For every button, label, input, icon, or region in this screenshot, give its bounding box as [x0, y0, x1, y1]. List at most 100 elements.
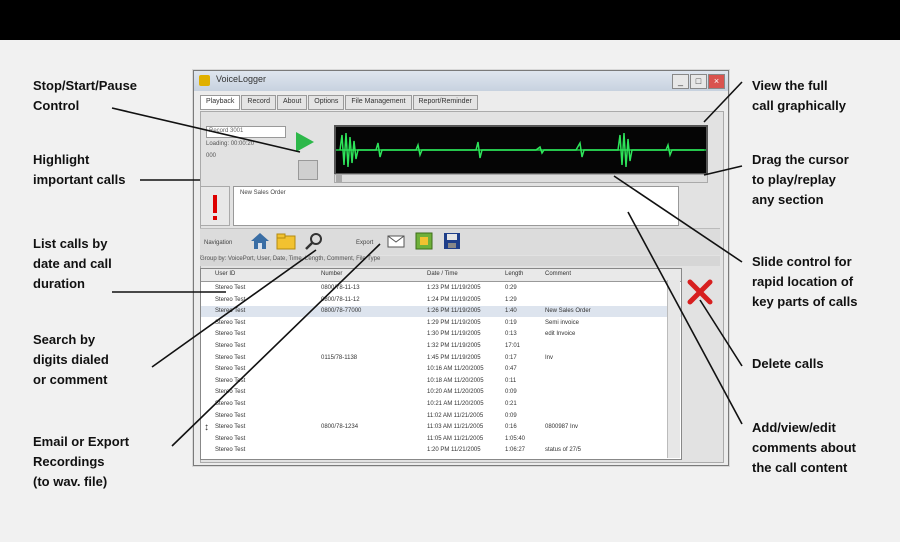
cell-length: 1:40 [505, 308, 517, 315]
table-row[interactable]: Stereo Test 0800/78-1234 11:03 AM 11/21/20… [201, 422, 681, 433]
cell-date-time: 11:02 AM 11/21/2005 [427, 412, 484, 419]
tab-record[interactable]: Record [241, 95, 276, 110]
tab-options[interactable]: Options [308, 95, 345, 110]
comment-box[interactable]: New Sales Order [233, 186, 679, 226]
cell-length: 0:09 [505, 412, 517, 419]
table-header: User ID Number Date / Time Length Commen… [201, 269, 681, 282]
table-row[interactable]: Stereo Test 1:32 PM 11/19/2005 17:01 [201, 341, 681, 352]
table-row[interactable]: Stereo Test 0800/78-11-12 1:24 PM 11/19/20… [201, 295, 681, 306]
callout-slide: Slide control for rapid location of key … [752, 254, 858, 309]
cell-length: 1:29 [505, 296, 517, 303]
cell-user-id: Stereo Test [215, 319, 246, 326]
cell-user-id: Stereo Test [215, 424, 246, 431]
cell-number: 0800/78-1234 [321, 424, 359, 431]
cell-user-id: Stereo Test [215, 331, 246, 338]
cell-user-id: Stereo Test [215, 377, 246, 384]
play-icon[interactable] [296, 132, 314, 152]
table-row[interactable]: Stereo Test 0800/78-11-13 1:23 PM 11/19/20… [201, 283, 681, 294]
home-icon[interactable] [250, 231, 270, 251]
window-title: VoiceLogger [216, 74, 267, 84]
email-icon[interactable] [386, 231, 406, 251]
cell-date-time: 1:26 PM 11/19/2005 [427, 308, 481, 315]
save-icon[interactable] [442, 231, 462, 251]
cell-length: 0:19 [505, 319, 517, 326]
table-row[interactable]: Stereo Test 1:29 PM 11/19/2005 0:19 Semi in… [201, 318, 681, 329]
minimize-button[interactable]: _ [672, 74, 689, 89]
table-row[interactable]: Stereo Test 0800/78-77000 1:26 PM 11/19/20… [201, 306, 681, 318]
tab-file-management[interactable]: File Management [345, 95, 412, 110]
header-comment[interactable]: Comment [545, 271, 571, 277]
cell-number: 0800/78-11-13 [321, 285, 360, 291]
tab-playback[interactable]: Playback [200, 95, 241, 110]
callout-drag: Drag the cursor to play/replay any secti… [752, 152, 849, 207]
folder-icon[interactable] [276, 231, 296, 251]
cell-length: 0:17 [505, 354, 517, 361]
highlight-button[interactable] [200, 186, 230, 226]
table-row[interactable]: Stereo Test 1:30 PM 11/19/2005 0:13 edit In… [201, 329, 681, 340]
table-row[interactable]: Stereo Test 11:05 AM 11/21/2005 1:05:40 [201, 434, 681, 445]
cell-user-id: Stereo Test [215, 435, 246, 442]
search-icon[interactable] [304, 231, 324, 251]
cell-number: 0800/78-11-12 [321, 296, 360, 303]
cell-comment: 0800987 Inv [545, 424, 579, 431]
cell-comment: status of 27/5 [545, 447, 582, 454]
header-user-id[interactable]: User ID [215, 271, 235, 277]
app-icon [199, 75, 210, 86]
header-length[interactable]: Length [505, 271, 523, 277]
export-label: Export [356, 240, 374, 246]
cell-comment: edit Invoice [545, 331, 576, 338]
cell-user-id: Stereo Test [215, 285, 246, 291]
pause-button[interactable] [298, 160, 318, 180]
cell-user-id: Stereo Test [215, 308, 246, 315]
cell-date-time: 1:30 PM 11/19/2005 [427, 331, 481, 338]
top-black-bar [0, 0, 900, 40]
cell-user-id: Stereo Test [215, 389, 246, 396]
maximize-button[interactable]: □ [690, 74, 707, 89]
table-row[interactable]: Stereo Test 0115/78-1138 1:45 PM 11/19/200… [201, 353, 681, 364]
cell-user-id: Stereo Test [215, 412, 246, 419]
cell-user-id: Stereo Test [215, 447, 246, 454]
cell-length: 0:09 [505, 389, 517, 396]
cell-number: 0115/78-1138 [321, 354, 358, 361]
callout-email: Email or Export Recordings (to wav. file… [33, 434, 130, 489]
cell-length: 0:13 [505, 331, 517, 338]
cell-length: 1:05:40 [505, 435, 526, 442]
table-row[interactable]: Stereo Test 11:02 AM 11/21/2005 0:09 [201, 411, 681, 422]
export-file-icon[interactable] [414, 231, 434, 251]
table-row[interactable]: Stereo Test 1:20 PM 11/21/2005 1:06:27 stat… [201, 445, 681, 456]
header-date-time[interactable]: Date / Time [427, 271, 458, 277]
table-row[interactable]: Stereo Test 10:21 AM 11/20/2005 0:21 [201, 399, 681, 410]
waveform-icon [339, 132, 704, 168]
cell-date-time: 11:03 AM 11/21/2005 [427, 424, 484, 431]
callout-stop-start: Stop/Start/Pause Control [33, 78, 138, 113]
cell-date-time: 1:32 PM 11/19/2005 [427, 343, 481, 349]
table-row[interactable]: Stereo Test 10:16 AM 11/20/2005 0:47 [201, 364, 681, 375]
delete-icon[interactable] [686, 278, 714, 306]
callout-delete: Delete calls [752, 356, 824, 371]
cell-date-time: 10:18 AM 11/20/2005 [427, 377, 484, 384]
cell-length: 0:11 [505, 377, 517, 384]
cell-user-id: Stereo Test [215, 343, 246, 349]
cell-user-id: Stereo Test [215, 354, 246, 361]
loading-label: Loading: 00:00:20 [206, 141, 255, 147]
cell-date-time: 1:29 PM 11/19/2005 [427, 319, 481, 326]
navigation-label: Navigation [204, 240, 233, 246]
tab-report-reminder[interactable]: Report/Reminder [412, 95, 478, 110]
cell-comment: Semi invoice [545, 319, 580, 326]
table-row[interactable]: Stereo Test 10:20 AM 11/20/2005 0:09 [201, 387, 681, 398]
group-by-bar: Group by: VoicePort, User, Date, Time, L… [200, 256, 720, 266]
close-button[interactable]: × [708, 74, 725, 89]
waveform-display[interactable] [334, 125, 708, 175]
record-field[interactable]: Record 3001 [206, 126, 286, 138]
title-bar: VoiceLogger _ □ × [194, 71, 728, 91]
table-row[interactable]: Stereo Test 10:18 AM 11/20/2005 0:11 [201, 376, 681, 387]
seek-slider[interactable] [334, 174, 708, 183]
cell-number: 0800/78-77000 [321, 308, 362, 315]
cell-length: 0:16 [505, 424, 517, 431]
seek-slider-thumb[interactable] [336, 175, 342, 182]
tab-about[interactable]: About [276, 95, 308, 110]
header-number[interactable]: Number [321, 271, 342, 277]
table-scrollbar[interactable] [667, 280, 680, 458]
cell-date-time: 10:20 AM 11/20/2005 [427, 389, 484, 396]
cell-user-id: Stereo Test [215, 296, 246, 303]
